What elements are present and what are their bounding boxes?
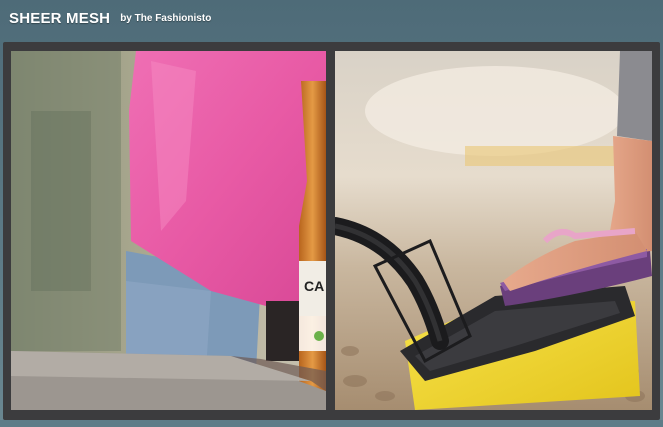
svg-text:CA: CA [304,278,324,294]
video-frame[interactable]: CA [3,42,660,420]
byline: by The Fashionisto [120,12,212,24]
header: SHEER MESH by The Fashionisto [0,0,663,36]
left-image-panel: CA [11,51,326,410]
page-title: SHEER MESH [9,9,111,27]
air-pump-image [335,51,652,410]
pink-shirt-image: CA [11,51,326,410]
bottom-strip [0,420,663,427]
right-image-panel [335,51,652,410]
